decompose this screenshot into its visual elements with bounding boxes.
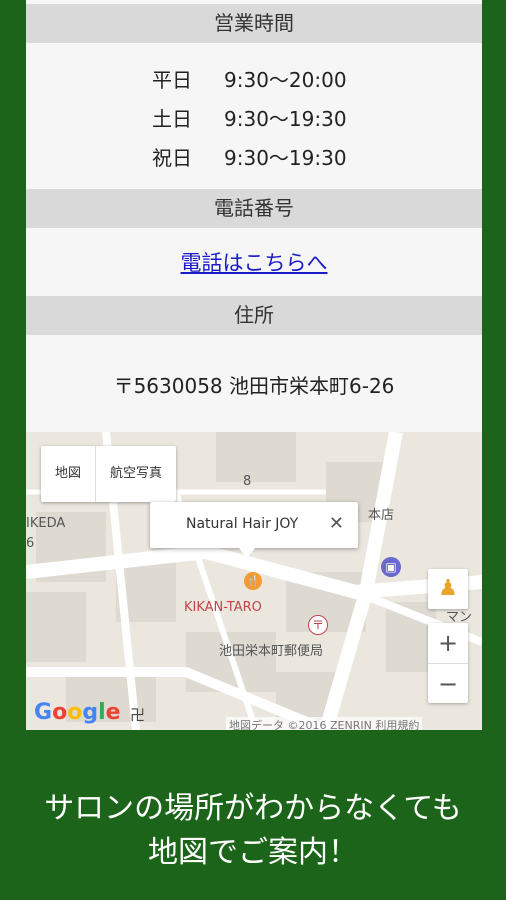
map-attribution[interactable]: 地図データ ©2016 ZENRIN 利用規約 (226, 717, 423, 730)
post-office-label: 池田栄本町郵便局 (219, 644, 324, 659)
hours-heading: 営業時間 (26, 4, 482, 43)
hours-time: 9:30〜20:00 (224, 68, 347, 92)
google-logo-letter: l (98, 700, 106, 725)
hours-day: 土日 (152, 107, 192, 131)
map-type-satellite-button[interactable]: 航空写真 (95, 446, 176, 502)
google-logo-letter: g (82, 700, 99, 725)
google-logo-letter: G (34, 700, 53, 725)
google-logo-letter: o (52, 700, 68, 725)
address-heading: 住所 (26, 296, 482, 335)
map-label-6: 6 (26, 536, 35, 551)
zoom-in-button[interactable]: + (428, 623, 468, 663)
hours-day: 祝日 (152, 146, 192, 170)
hours-time: 9:30〜19:30 (224, 146, 347, 170)
map[interactable]: IKEDA 8 6 本店 マンシ 地図 航空写真 Natural Hair JO… (26, 432, 482, 730)
map-label-ikeda: IKEDA (26, 516, 66, 531)
info-window-tail (239, 548, 255, 558)
pegman-icon[interactable]: ♟ (428, 569, 468, 609)
caption-line-2: 地図でご案内！ (148, 835, 358, 870)
map-type-toggle: 地図 航空写真 (41, 446, 177, 502)
map-type-map-button[interactable]: 地図 (41, 446, 95, 502)
google-logo[interactable]: Google (34, 700, 121, 725)
phone-heading: 電話番号 (26, 189, 482, 228)
phone-link[interactable]: 電話はこちらへ (26, 247, 482, 277)
hours-time: 9:30〜19:30 (224, 107, 347, 131)
zoom-out-button[interactable]: − (428, 663, 468, 704)
temple-symbol: 卍 (130, 706, 146, 724)
info-card: 営業時間 平日 9:30〜20:00 土日 9:30〜19:30 祝日 9:30… (26, 0, 482, 730)
info-window: Natural Hair JOY ✕ (150, 502, 358, 548)
pin-label: KIKAN-TARO (184, 600, 262, 615)
address-text: 〒5630058 池田市栄本町6-26 (113, 374, 395, 398)
map-label-8: 8 (243, 474, 252, 489)
zoom-control: + − (428, 623, 468, 703)
google-logo-letter: e (105, 700, 121, 725)
caption-line-1: サロンの場所がわからなくても (44, 791, 462, 826)
restaurant-pin-icon[interactable]: 🍴 (244, 572, 262, 590)
hours-day: 平日 (152, 68, 192, 92)
google-logo-letter: o (67, 700, 83, 725)
info-window-title: Natural Hair JOY (186, 516, 299, 532)
close-icon[interactable]: ✕ (329, 513, 344, 534)
map-label-honten: 本店 (368, 508, 395, 523)
post-office-icon[interactable]: 〒 (308, 615, 328, 635)
shopping-bag-icon[interactable]: ▣ (381, 557, 401, 577)
